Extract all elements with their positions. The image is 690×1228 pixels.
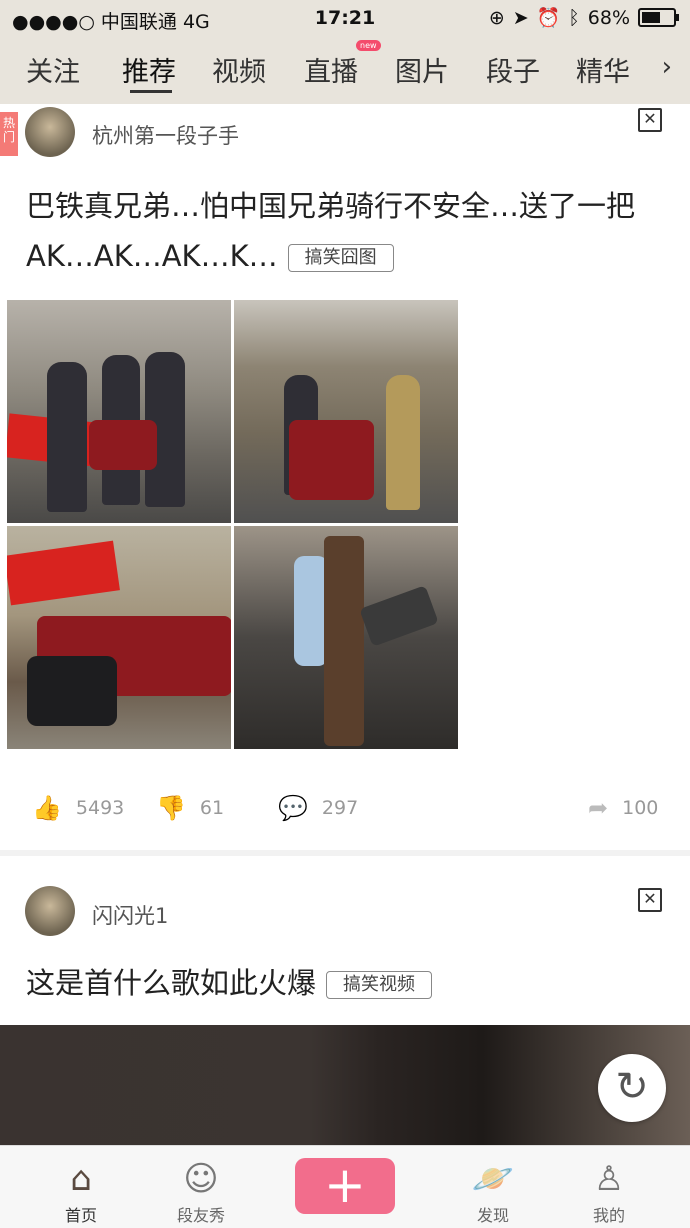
comment-count: 297 <box>321 797 359 819</box>
photo-grid <box>7 300 459 750</box>
share-count: 100 <box>622 797 659 819</box>
water-bottle-shape <box>294 556 328 666</box>
post-username[interactable]: 杭州第一段子手 <box>92 120 239 150</box>
tab-highlights[interactable]: 精华 <box>576 50 630 89</box>
category-tabs: 关注 推荐 视频 直播 图片 段子 精华 <box>0 36 690 104</box>
person-shape <box>47 362 87 512</box>
tab-jokes[interactable]: 段子 <box>486 50 540 89</box>
battery-percent: 68% <box>587 6 630 29</box>
dislike-button[interactable]: 👎 61 <box>156 794 224 822</box>
tab-video[interactable]: 视频 <box>212 50 266 89</box>
bottom-nav: ⌂ 首页 ☺ 段友秀 + 🪐 发现 ♙ 我的 <box>0 1145 690 1228</box>
planet-icon: 🪐 <box>471 1159 515 1199</box>
thumbs-down-icon: 👎 <box>156 794 186 822</box>
nav-home[interactable]: ⌂ 首页 <box>36 1156 126 1226</box>
post-text-line2: AK…AK…AK…K… 搞笑囧图 <box>26 231 666 281</box>
photo-1[interactable] <box>7 300 231 523</box>
nav-friends-label: 段友秀 <box>176 1206 225 1225</box>
like-count: 5493 <box>75 797 125 819</box>
nav-discover-label: 发现 <box>476 1206 509 1225</box>
post-username[interactable]: 闪闪光1 <box>92 900 168 930</box>
chevron-right-icon[interactable]: › <box>662 52 672 82</box>
photo-4[interactable] <box>234 526 458 749</box>
post-text[interactable]: 巴铁真兄弟…怕中国兄弟骑行不安全…送了一把 AK…AK…AK…K… 搞笑囧图 <box>26 181 666 281</box>
hot-tag: 热门 <box>0 112 18 156</box>
post-text-line2-content: AK…AK…AK…K… <box>26 239 278 273</box>
person-shape <box>386 375 420 510</box>
post-text-line1: 巴铁真兄弟…怕中国兄弟骑行不安全…送了一把 <box>26 189 636 223</box>
refresh-icon[interactable]: ↻ <box>598 1054 666 1122</box>
close-icon[interactable]: ✕ <box>638 108 662 132</box>
plus-icon: + <box>324 1156 366 1214</box>
video-thumbnail[interactable] <box>0 1025 690 1145</box>
category-tag[interactable]: 搞笑囧图 <box>287 244 394 272</box>
status-bar: ●●●●○ 中国联通 4G 17:21 ⊕ ➤ ⏰ ᛒ 68% <box>0 0 690 36</box>
close-icon[interactable]: ✕ <box>638 888 662 912</box>
tab-images[interactable]: 图片 <box>395 50 449 89</box>
category-tag[interactable]: 搞笑视频 <box>326 971 433 999</box>
nav-mine-label: 我的 <box>592 1206 625 1225</box>
tab-recommended[interactable]: 推荐 <box>122 50 176 89</box>
bag-shape <box>27 656 117 726</box>
photo-3[interactable] <box>7 526 231 749</box>
person-icon: ♙ <box>593 1159 625 1199</box>
nav-friends[interactable]: ☺ 段友秀 <box>156 1156 246 1226</box>
active-tab-indicator <box>130 90 172 93</box>
rifle-shape <box>324 536 364 746</box>
thumbs-up-icon: 👍 <box>32 794 62 822</box>
like-button[interactable]: 👍 5493 <box>32 794 124 822</box>
home-icon: ⌂ <box>70 1159 92 1199</box>
post-card[interactable]: 热门 杭州第一段子手 ✕ 巴铁真兄弟…怕中国兄弟骑行不安全…送了一把 AK…AK… <box>0 104 690 850</box>
nav-home-label: 首页 <box>64 1206 97 1225</box>
tab-follow[interactable]: 关注 <box>26 50 80 89</box>
post-card[interactable]: 闪闪光1 ✕ 这是首什么歌如此火爆 搞笑视频 <box>0 856 690 1031</box>
lock-rotation-icon: ⊕ <box>488 6 505 29</box>
magazine-shape <box>359 585 439 647</box>
post-text[interactable]: 这是首什么歌如此火爆 搞笑视频 <box>26 958 666 1008</box>
comment-icon: 💬 <box>278 794 308 822</box>
nav-mine[interactable]: ♙ 我的 <box>564 1156 654 1226</box>
face-icon: ☺ <box>183 1159 219 1199</box>
live-new-badge: new <box>356 40 381 51</box>
post-button[interactable]: + <box>295 1158 395 1214</box>
photo-2[interactable] <box>234 300 458 523</box>
share-button[interactable]: ➦ 100 <box>588 794 658 822</box>
battery-icon <box>638 8 679 27</box>
motorbike-shape <box>289 420 374 500</box>
avatar[interactable] <box>25 886 75 936</box>
bluetooth-icon: ᛒ <box>568 6 580 29</box>
dislike-count: 61 <box>199 797 225 819</box>
status-right: ⊕ ➤ ⏰ ᛒ 68% <box>488 6 679 29</box>
motorbike-shape <box>89 420 157 470</box>
alarm-icon: ⏰ <box>536 7 561 29</box>
comment-button[interactable]: 💬 297 <box>278 794 358 822</box>
location-icon: ➤ <box>512 6 529 29</box>
tab-live[interactable]: 直播 <box>304 50 358 89</box>
flag-shape <box>7 540 120 606</box>
share-icon: ➦ <box>588 794 609 822</box>
post-text-content: 这是首什么歌如此火爆 <box>26 966 317 1000</box>
nav-discover[interactable]: 🪐 发现 <box>448 1156 538 1226</box>
post-actions: 👍 5493 👎 61 💬 297 ➦ 100 <box>0 794 690 834</box>
avatar[interactable] <box>25 107 75 157</box>
